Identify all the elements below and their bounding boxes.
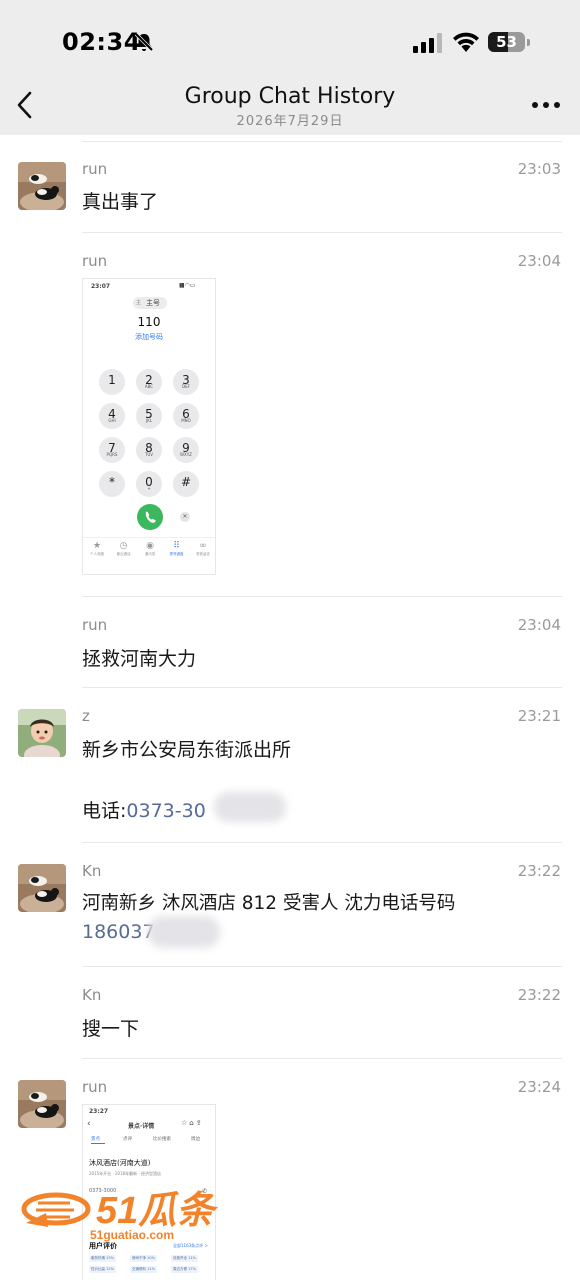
phone-label: 电话:	[82, 800, 127, 822]
status-bar: 02:34 53	[0, 0, 580, 80]
cellular-signal-icon	[413, 33, 442, 53]
watermark-logo: 51瓜条 51guatiao.com	[21, 1190, 218, 1242]
message-time: 23:22	[517, 986, 561, 1004]
divider	[82, 687, 562, 688]
shot-review-tag: 交通便利 11%	[130, 1266, 157, 1273]
more-options-icon[interactable]	[530, 99, 562, 111]
sender-name: z	[82, 707, 90, 725]
sender-name: run	[82, 616, 108, 634]
sender-name: run	[82, 1078, 108, 1096]
shot-review-tag: 房间干净 10%	[130, 1255, 157, 1262]
message-time: 23:24	[517, 1078, 561, 1096]
muted-bell-icon	[134, 32, 154, 52]
page-title: Group Chat History	[184, 84, 396, 109]
shot-tab-underline	[91, 1143, 105, 1144]
shot-tab: 周边	[191, 1137, 200, 1142]
shot-time: 23:27	[89, 1108, 109, 1115]
dial-key: 6 MNO	[173, 403, 199, 429]
message-time: 23:03	[517, 160, 561, 178]
message-text[interactable]: 河南新乡 沐风酒店 812 受害人 沈力电话号码	[82, 889, 455, 915]
battery-level: 53	[496, 33, 517, 51]
delete-key-icon: ✕	[180, 512, 190, 522]
image-dialer-screenshot[interactable]: 23:07 ▮▮ ◠ ▭ 主 主号 110 添加号码 1 2 ABC 3 DEF 4 GHI…	[82, 278, 216, 575]
shot-review-tag: 周边方便 17%	[171, 1266, 198, 1273]
dial-key: 0 +	[136, 471, 162, 497]
dialer-tab: ◷ 最近通话	[116, 541, 131, 556]
divider	[82, 1058, 562, 1059]
divider	[82, 966, 562, 967]
sender-name: run	[82, 252, 108, 270]
message-time: 23:04	[517, 252, 561, 270]
dial-key: 9 WXYZ	[173, 437, 199, 463]
message-phone-line[interactable]: 电话:0373-30	[82, 796, 206, 823]
divider	[82, 232, 562, 233]
cat-avatar-icon	[18, 864, 66, 912]
redaction-blur	[214, 792, 286, 822]
top-bar: 02:34 53 Group Chat History 2026年7月29日	[0, 0, 580, 135]
divider	[82, 596, 562, 597]
message-text[interactable]: 新乡市公安局东街派出所	[82, 735, 291, 762]
call-button-icon	[137, 504, 163, 530]
page-date: 2026年7月29日	[236, 114, 344, 129]
child-photo-avatar-icon	[18, 709, 66, 757]
dialer-tab: ★ 个人收藏	[90, 541, 104, 556]
avatar-z[interactable]	[18, 709, 66, 757]
wifi-icon	[453, 32, 479, 52]
shot-time: 23:07	[91, 283, 111, 290]
dial-key: 4 GHI	[99, 403, 125, 429]
avatar-run[interactable]	[18, 162, 66, 210]
divider	[82, 842, 562, 843]
redaction-blur	[148, 916, 220, 948]
shot-title: 景点·详情	[128, 1123, 155, 1130]
dialer-tab-bar: ★ 个人收藏 ◷ 最近通话 ◉ 通讯录 ⠿ 拨号键盘 ∞ 语音留言	[83, 537, 215, 574]
dial-key: 8 TUV	[136, 437, 162, 463]
cat-avatar-icon	[18, 162, 66, 210]
message-text[interactable]: 拯救河南大力	[82, 644, 196, 671]
sim-pill: 主 主号	[133, 297, 167, 309]
message-text[interactable]: 真出事了	[82, 187, 158, 214]
shot-section-more: 全部1163条点评 >	[173, 1243, 208, 1248]
shot-status-icons: ▮▮ ◠ ▭	[179, 282, 195, 289]
dial-key: 7 PQRS	[99, 437, 125, 463]
shot-back-icon: ‹	[87, 1119, 91, 1129]
dialer-tab: ◉ 通讯录	[144, 541, 156, 556]
shot-hotel-meta: 2015年开业 · 2018年翻新 · 经济型酒店	[89, 1171, 161, 1176]
dial-key: 2 ABC	[136, 369, 162, 395]
shot-tab: 比价搜索	[153, 1137, 171, 1142]
avatar-run[interactable]	[18, 1080, 66, 1128]
battery-icon: 53	[488, 32, 530, 52]
shot-review-tag: 性价比高 12%	[89, 1266, 116, 1273]
shot-review-tag: 服务热情 13%	[89, 1255, 116, 1262]
dial-key: #	[173, 471, 199, 497]
cat-avatar-icon	[18, 1080, 66, 1128]
back-chevron-icon[interactable]	[14, 88, 38, 122]
phone-link[interactable]: 186037	[82, 921, 155, 943]
shot-tab: 点评	[123, 1137, 132, 1142]
dialer-tab: ⠿ 拨号键盘	[169, 541, 184, 556]
dial-key: 5 JKL	[136, 403, 162, 429]
divider	[82, 141, 562, 142]
message-time: 23:04	[517, 616, 561, 634]
watermark-url: 51guatiao.com	[90, 1228, 174, 1242]
dialer-tab: ∞ 语音留言	[196, 541, 210, 556]
message-time: 23:22	[517, 862, 561, 880]
message-time: 23:21	[517, 707, 561, 725]
shot-review-tag: 设施齐全 11%	[171, 1255, 198, 1262]
add-number-link: 添加号码	[135, 333, 163, 341]
dial-key: 1	[99, 369, 125, 395]
dial-key: *	[99, 471, 125, 497]
avatar-kn[interactable]	[18, 864, 66, 912]
dial-key: 3 DEF	[173, 369, 199, 395]
status-time: 02:34	[62, 28, 141, 56]
shot-action-icons: ☆⌂⇪	[181, 1119, 204, 1127]
sender-name: run	[82, 160, 108, 178]
shot-hotel-name: 沐风酒店(河南大道)	[89, 1159, 151, 1167]
phone-link[interactable]: 0373-30	[126, 800, 205, 822]
dialed-number: 110	[137, 315, 161, 329]
message-text[interactable]: 搜一下	[82, 1014, 139, 1041]
shot-tab: 景点	[91, 1137, 100, 1142]
sender-name: Kn	[82, 986, 102, 1004]
watermark-brand: 51瓜条	[96, 1190, 218, 1232]
sender-name: Kn	[82, 862, 102, 880]
